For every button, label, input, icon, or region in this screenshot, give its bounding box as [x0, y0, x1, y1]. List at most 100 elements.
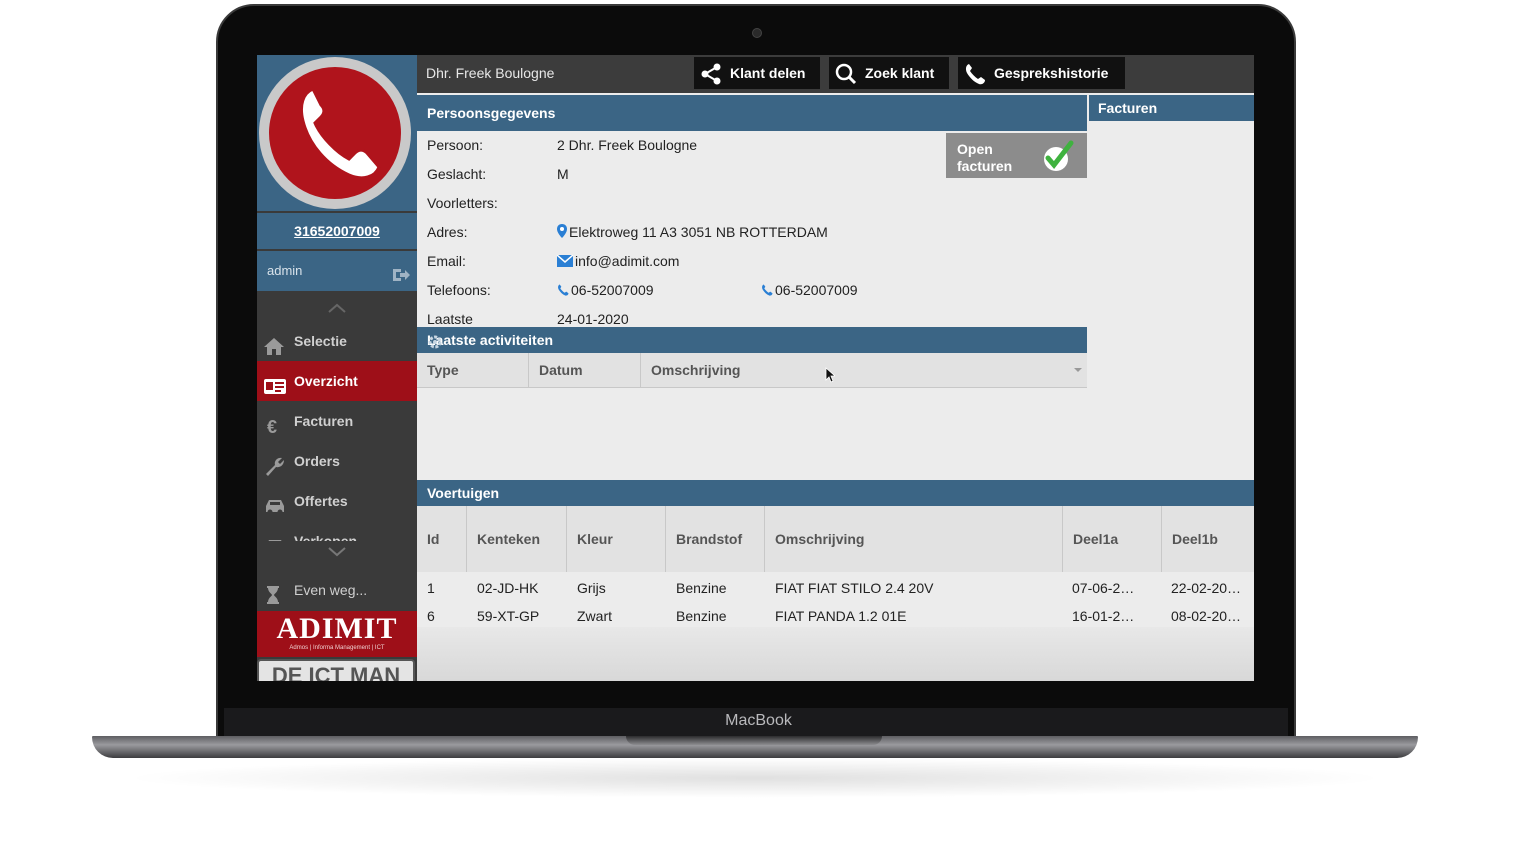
- vehicles-table-header: Id Kenteken Kleur Brandstof Omschrijving…: [417, 506, 1254, 572]
- column-header-brandstof[interactable]: Brandstof: [666, 506, 765, 572]
- nav-label: Verkopen: [294, 533, 358, 541]
- field-label: Voorletters:: [427, 195, 498, 211]
- user-name: admin: [267, 263, 303, 278]
- address-value-wrap: Elektroweg 11 A3 3051 NB ROTTERDAM: [557, 218, 828, 248]
- chevron-down-icon[interactable]: [327, 545, 347, 557]
- phone-icon: [761, 277, 773, 306]
- column-header-omschrijving[interactable]: Omschrijving: [765, 506, 1063, 572]
- cell-id: 1: [427, 580, 435, 596]
- button-label: Klant delen: [730, 65, 806, 81]
- nav-item-facturen[interactable]: € Facturen: [257, 401, 417, 441]
- nav-item-overzicht[interactable]: Overzicht: [257, 361, 417, 401]
- column-header-kenteken[interactable]: Kenteken: [467, 506, 567, 572]
- phone-icon: [557, 277, 569, 306]
- field-label: Persoon:: [427, 137, 484, 153]
- activities-table-body: [417, 388, 1087, 478]
- checkmark-icon: [1041, 139, 1075, 173]
- car-icon: [263, 531, 285, 541]
- search-customer-button[interactable]: Zoek klant: [829, 57, 949, 89]
- phone-value-2-wrap: 06-52007009: [761, 276, 858, 306]
- phone-handset-icon[interactable]: [269, 67, 401, 199]
- logo-subtitle: Admos | Informa Management | ICT: [289, 645, 385, 651]
- customer-name: Dhr. Freek Boulogne: [426, 65, 555, 81]
- away-status-item[interactable]: Even weg...: [257, 570, 417, 610]
- wrench-icon: [263, 451, 285, 476]
- section-title: Laatste activiteiten: [427, 332, 554, 348]
- column-header-deel1b[interactable]: Deel1b: [1162, 506, 1254, 572]
- email-value[interactable]: info@adimit.com: [575, 253, 679, 269]
- open-invoices-button[interactable]: Open facturen: [946, 133, 1087, 178]
- nav-item-offertes[interactable]: Offertes: [257, 481, 417, 521]
- person-section-header: Persoonsgegevens: [417, 95, 1087, 131]
- column-header-omschrijving[interactable]: Omschrijving: [641, 353, 1087, 387]
- column-label: Kleur: [577, 531, 613, 547]
- laptop-hinge: [626, 736, 882, 745]
- caller-phone-number[interactable]: 31652007009: [257, 213, 417, 249]
- app-screen: 31652007009 admin Selectie Overzicht € F…: [257, 55, 1254, 681]
- sidebar: 31652007009 admin Selectie Overzicht € F…: [257, 55, 417, 681]
- away-label: Even weg...: [294, 582, 368, 598]
- cell-kenteken: 59-XT-GP: [477, 608, 540, 624]
- user-row: admin: [257, 251, 417, 291]
- phone-value-2[interactable]: 06-52007009: [775, 282, 858, 298]
- nav-label: Overzicht: [294, 373, 358, 389]
- table-row[interactable]: 1 02-JD-HK Grijs Benzine FIAT FIAT STILO…: [417, 574, 1254, 602]
- nav-item-orders[interactable]: Orders: [257, 441, 417, 481]
- chevron-up-icon[interactable]: [327, 301, 347, 313]
- address-value[interactable]: Elektroweg 11 A3 3051 NB ROTTERDAM: [569, 224, 828, 240]
- nav-item-selectie[interactable]: Selectie: [257, 321, 417, 361]
- cell-deel1a: 16-01-2…: [1072, 608, 1135, 624]
- field-value: 2 Dhr. Freek Boulogne: [557, 137, 698, 153]
- phone-status-block: [257, 55, 417, 211]
- column-label: Datum: [539, 362, 583, 378]
- logout-icon[interactable]: [391, 261, 411, 281]
- activities-table-header: Type Datum Omschrijving: [417, 353, 1087, 388]
- mouse-cursor-icon: [825, 367, 837, 383]
- envelope-icon: [556, 248, 574, 277]
- column-label: Id: [427, 531, 440, 547]
- home-icon: [263, 331, 285, 355]
- phone-icon: [964, 63, 985, 85]
- column-label: Deel1a: [1073, 531, 1119, 547]
- column-label: Omschrijving: [651, 362, 741, 378]
- top-bar: Dhr. Freek Boulogne Klant delen Zoek kla…: [417, 55, 1254, 93]
- field-label: Telefoons:: [427, 282, 491, 298]
- phone-value[interactable]: 06-52007009: [571, 282, 654, 298]
- cell-omschrijving: FIAT FIAT STILO 2.4 20V: [775, 580, 934, 596]
- section-title: Facturen: [1098, 100, 1158, 116]
- camera-dot: [752, 28, 762, 38]
- field-label: Laatste bezoek:: [427, 311, 473, 327]
- column-header-datum[interactable]: Datum: [529, 353, 641, 387]
- share-customer-button[interactable]: Klant delen: [694, 57, 820, 89]
- section-title: Persoonsgegevens: [427, 105, 556, 121]
- cell-deel1a: 07-06-2…: [1072, 580, 1135, 596]
- field-label: Email:: [427, 253, 466, 269]
- column-label: Deel1b: [1172, 531, 1218, 547]
- button-label: Gesprekshistorie: [994, 65, 1109, 81]
- share-icon: [700, 63, 721, 85]
- nav-item-verkopen[interactable]: Verkopen: [257, 521, 417, 541]
- column-header-type[interactable]: Type: [417, 353, 529, 387]
- nav-label: Facturen: [294, 413, 354, 429]
- column-header-id[interactable]: Id: [417, 506, 467, 572]
- car-icon: [263, 491, 285, 515]
- nav-label: Selectie: [294, 333, 347, 349]
- invoices-panel-body: [1089, 121, 1254, 478]
- cell-kenteken: 02-JD-HK: [477, 580, 539, 596]
- call-history-button[interactable]: Gesprekshistorie: [958, 57, 1125, 89]
- ict-man-banner: DE ICT MAN: [257, 659, 415, 681]
- gear-icon[interactable]: [427, 332, 443, 349]
- laptop-shadow: [120, 758, 1390, 798]
- laptop-brand-label: MacBook: [725, 712, 792, 729]
- section-title: Voertuigen: [427, 485, 500, 501]
- column-header-kleur[interactable]: Kleur: [567, 506, 666, 572]
- phone-ring-circle: [259, 57, 411, 209]
- column-label: Brandstof: [676, 531, 743, 547]
- column-header-deel1a[interactable]: Deel1a: [1063, 506, 1162, 572]
- button-label: Zoek klant: [865, 65, 935, 81]
- field-value: M: [557, 166, 569, 182]
- adimit-logo: ADIMIT Admos | Informa Management | ICT: [257, 611, 417, 657]
- nav-label: Offertes: [294, 493, 348, 509]
- field-value: 24-01-2020: [557, 311, 629, 327]
- table-row[interactable]: 6 59-XT-GP Zwart Benzine FIAT PANDA 1.2 …: [417, 602, 1254, 630]
